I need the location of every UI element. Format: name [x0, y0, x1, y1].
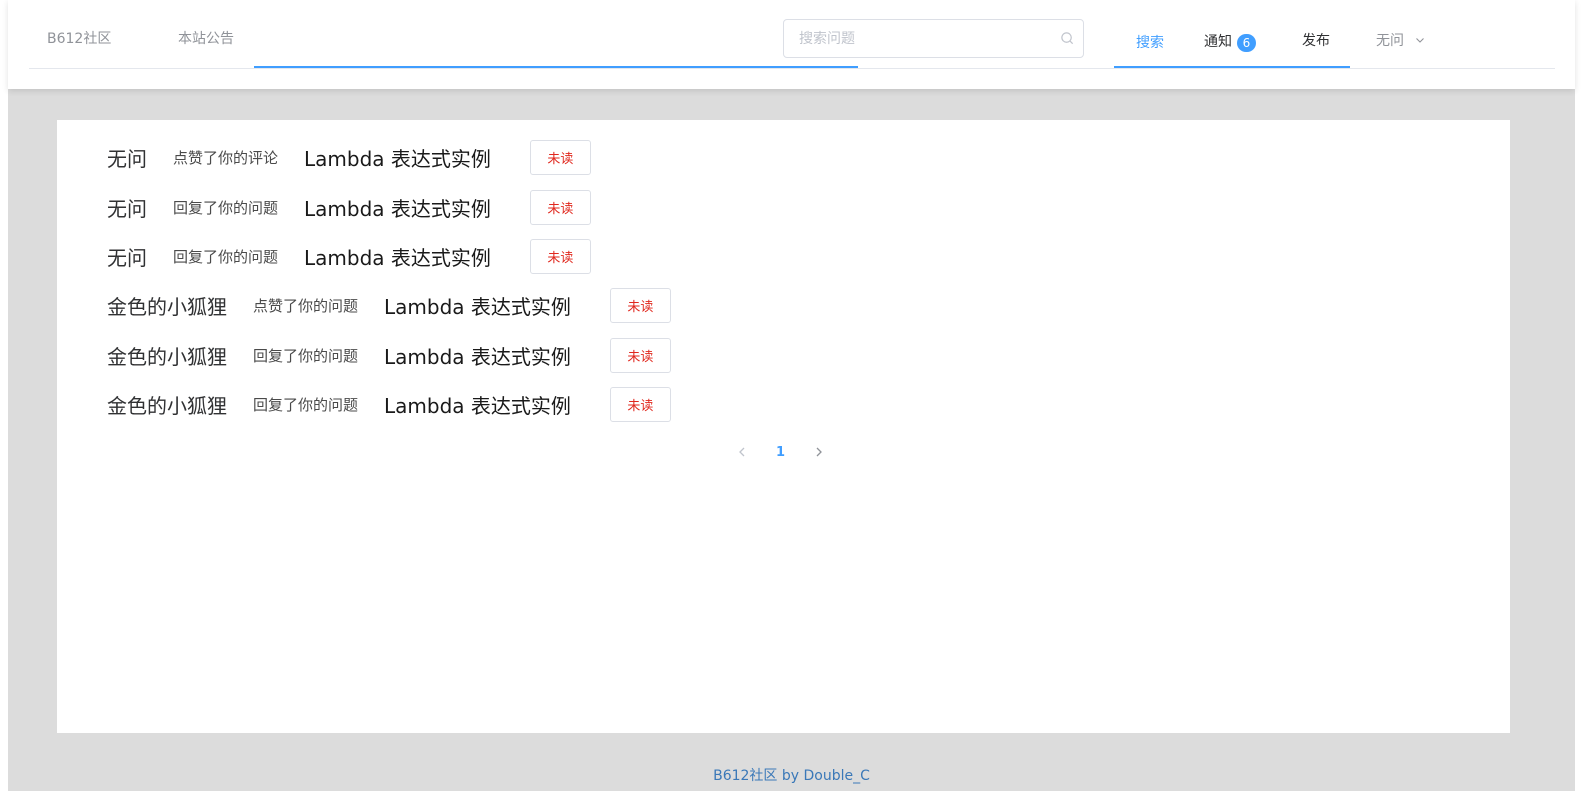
status-label: 未读: [547, 201, 574, 217]
prev-page-button[interactable]: [734, 444, 750, 460]
notification-user[interactable]: 金色的小狐狸: [107, 390, 227, 419]
notification-action: 点赞了你的问题: [253, 296, 359, 315]
top-navbar: B612社区 本站公告 搜索 通知 6 发布 无问: [8, 0, 1575, 89]
notification-action: 回复了你的问题: [253, 346, 359, 365]
notification-row: 无问 回复了你的问题 Lambda 表达式实例 未读: [107, 238, 591, 274]
status-label: 未读: [547, 250, 574, 266]
search-icon[interactable]: [1060, 31, 1075, 46]
unread-status-button[interactable]: 未读: [529, 189, 591, 225]
search-input[interactable]: [785, 21, 1055, 56]
notification-user[interactable]: 金色的小狐狸: [107, 291, 227, 320]
menu-publish[interactable]: 发布: [1302, 30, 1330, 50]
notification-question-link[interactable]: Lambda 表达式实例: [304, 242, 491, 271]
notification-user[interactable]: 金色的小狐狸: [107, 341, 227, 370]
notification-row: 无问 回复了你的问题 Lambda 表达式实例 未读: [107, 189, 591, 225]
notification-row: 金色的小狐狸 回复了你的问题 Lambda 表达式实例 未读: [107, 386, 671, 422]
notification-question-link[interactable]: Lambda 表达式实例: [384, 341, 571, 370]
unread-status-button[interactable]: 未读: [609, 386, 671, 422]
status-label: 未读: [627, 398, 654, 414]
chevron-right-icon: [816, 447, 822, 457]
notify-count-badge: 6: [1237, 34, 1256, 52]
notification-panel: 无问 点赞了你的评论 Lambda 表达式实例 未读 无问 回复了你的问题 La…: [57, 120, 1510, 733]
notification-row: 无问 点赞了你的评论 Lambda 表达式实例 未读: [107, 139, 591, 175]
status-label: 未读: [547, 151, 574, 167]
notification-row: 金色的小狐狸 回复了你的问题 Lambda 表达式实例 未读: [107, 337, 671, 373]
search-box[interactable]: [783, 19, 1084, 58]
page-number-current[interactable]: 1: [776, 445, 785, 460]
user-dropdown[interactable]: 无问: [1376, 30, 1426, 50]
notification-action: 点赞了你的评论: [173, 148, 279, 167]
unread-status-button[interactable]: 未读: [529, 139, 591, 175]
notification-row: 金色的小狐狸 点赞了你的问题 Lambda 表达式实例 未读: [107, 287, 671, 323]
chevron-left-icon: [739, 447, 745, 457]
notification-question-link[interactable]: Lambda 表达式实例: [384, 291, 571, 320]
chevron-down-icon: [1416, 38, 1424, 43]
notification-question-link[interactable]: Lambda 表达式实例: [384, 390, 571, 419]
pagination: 1: [734, 442, 827, 462]
menu-notify-label: 通知: [1204, 34, 1232, 50]
notification-question-link[interactable]: Lambda 表达式实例: [304, 143, 491, 172]
unread-status-button[interactable]: 未读: [529, 238, 591, 274]
notification-user[interactable]: 无问: [107, 143, 147, 172]
notification-action: 回复了你的问题: [173, 198, 279, 217]
notification-question-link[interactable]: Lambda 表达式实例: [304, 193, 491, 222]
status-label: 未读: [627, 349, 654, 365]
notification-user[interactable]: 无问: [107, 193, 147, 222]
unread-status-button[interactable]: 未读: [609, 287, 671, 323]
menu-notify[interactable]: 通知 6: [1204, 30, 1256, 52]
menu-search[interactable]: 搜索: [1136, 32, 1164, 52]
status-label: 未读: [627, 299, 654, 315]
brand-link[interactable]: B612社区: [47, 30, 111, 48]
notification-user[interactable]: 无问: [107, 242, 147, 271]
header-divider: [29, 68, 1555, 69]
notification-action: 回复了你的问题: [173, 247, 279, 266]
page-frame: B612社区 本站公告 搜索 通知 6 发布 无问 无问 点赞了你的评: [8, 0, 1575, 791]
site-notice-link[interactable]: 本站公告: [178, 30, 234, 48]
footer-text: B612社区 by Double_C: [713, 768, 870, 784]
unread-status-button[interactable]: 未读: [609, 337, 671, 373]
next-page-button[interactable]: [811, 444, 827, 460]
notification-action: 回复了你的问题: [253, 395, 359, 414]
user-name: 无问: [1376, 33, 1404, 49]
